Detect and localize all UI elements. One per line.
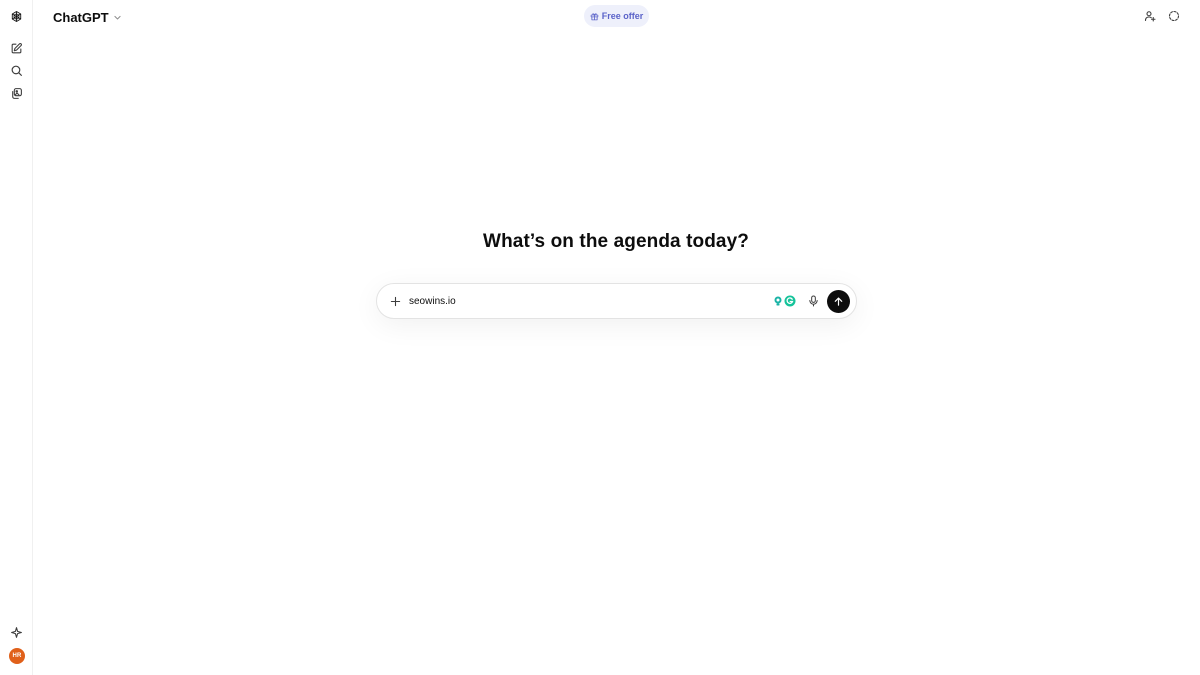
avatar[interactable]: HR xyxy=(9,648,25,664)
library-icon xyxy=(12,88,22,99)
model-switcher[interactable]: ChatGPT xyxy=(47,6,128,28)
temporary-chat-button[interactable] xyxy=(1164,6,1184,26)
new-chat-button[interactable] xyxy=(5,37,28,60)
chevron-down-icon xyxy=(114,15,121,19)
grammarly-button[interactable] xyxy=(784,295,796,307)
plus-icon xyxy=(390,296,400,306)
openai-logo-icon[interactable] xyxy=(5,5,28,28)
page-headline: What’s on the agenda today? xyxy=(483,231,749,252)
library-button[interactable] xyxy=(5,82,28,105)
prompt-composer xyxy=(376,283,857,319)
add-person-icon xyxy=(1144,11,1156,22)
gift-icon xyxy=(590,12,599,20)
compose-icon xyxy=(11,43,22,54)
microphone-icon xyxy=(809,295,818,307)
search-icon xyxy=(11,65,22,76)
extension-bulb-icon xyxy=(774,296,782,306)
free-offer-button[interactable]: Free offer xyxy=(584,5,649,27)
attach-button[interactable] xyxy=(388,294,402,308)
send-button[interactable] xyxy=(827,290,850,313)
extension-bulb-button[interactable] xyxy=(772,295,784,307)
chatgpt-app: HR ChatGPT Free offer What’s on the agen… xyxy=(0,0,1200,675)
prompt-input[interactable] xyxy=(409,292,759,310)
share-button[interactable] xyxy=(1140,6,1160,26)
sidebar-rail: HR xyxy=(0,0,33,675)
free-offer-label: Free offer xyxy=(601,11,644,21)
search-chats-button[interactable] xyxy=(5,59,28,82)
upgrade-button[interactable] xyxy=(5,621,28,644)
grammarly-icon xyxy=(784,295,796,307)
arrow-up-icon xyxy=(834,297,843,306)
voice-input-button[interactable] xyxy=(807,294,820,308)
avatar-initials: HR xyxy=(12,653,22,659)
model-name: ChatGPT xyxy=(53,9,109,25)
sparkle-icon xyxy=(11,627,22,638)
temporary-chat-icon xyxy=(1168,10,1180,22)
